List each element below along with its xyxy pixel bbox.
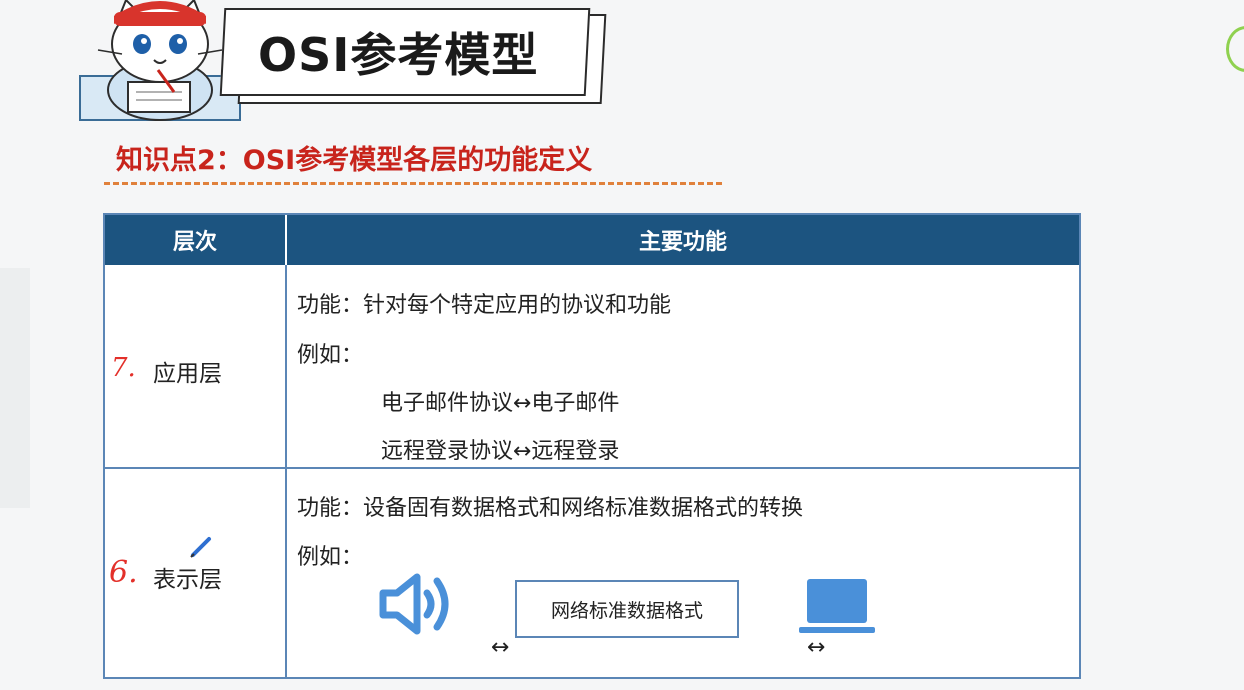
application-example-2: 远程登录协议↔远程登录 (381, 439, 620, 464)
column-divider (285, 265, 287, 679)
speaker-icon (379, 573, 449, 635)
arrow-right: ↔ (807, 635, 826, 660)
row-number-7: 7. (111, 353, 136, 383)
title-banner: OSI参考模型 (219, 8, 591, 96)
row-number-6: 6. (109, 555, 138, 590)
mascot-cat-icon (79, 0, 241, 121)
network-format-box: 网络标准数据格式 (515, 580, 739, 638)
page-title: OSI参考模型 (258, 28, 539, 82)
osi-layer-table: 层次 主要功能 7. 应用层 功能：针对每个特定应用的协议和功能 例如： 电子邮… (103, 213, 1081, 679)
application-example-label: 例如： (297, 343, 364, 368)
pencil-icon (190, 537, 211, 558)
knowledge-point-heading: 知识点2：OSI参考模型各层的功能定义 (116, 145, 593, 176)
header-function: 主要功能 (638, 230, 727, 255)
arrow-left: ↔ (491, 635, 510, 660)
circle-decoration (1226, 26, 1244, 72)
application-example-1: 电子邮件协议↔电子邮件 (381, 391, 620, 416)
laptop-icon (799, 579, 875, 633)
layer-name-application: 应用层 (153, 361, 222, 387)
side-panel (0, 268, 30, 508)
header-layer: 层次 (105, 215, 287, 265)
application-function: 功能：针对每个特定应用的协议和功能 (297, 293, 672, 318)
dashed-divider (104, 182, 722, 185)
layer-name-presentation: 表示层 (153, 567, 222, 593)
presentation-example-label: 例如： (297, 545, 364, 570)
table-header: 层次 主要功能 (105, 215, 1079, 265)
presentation-function: 功能：设备固有数据格式和网络标准数据格式的转换 (297, 496, 804, 521)
row-divider (105, 467, 1079, 469)
